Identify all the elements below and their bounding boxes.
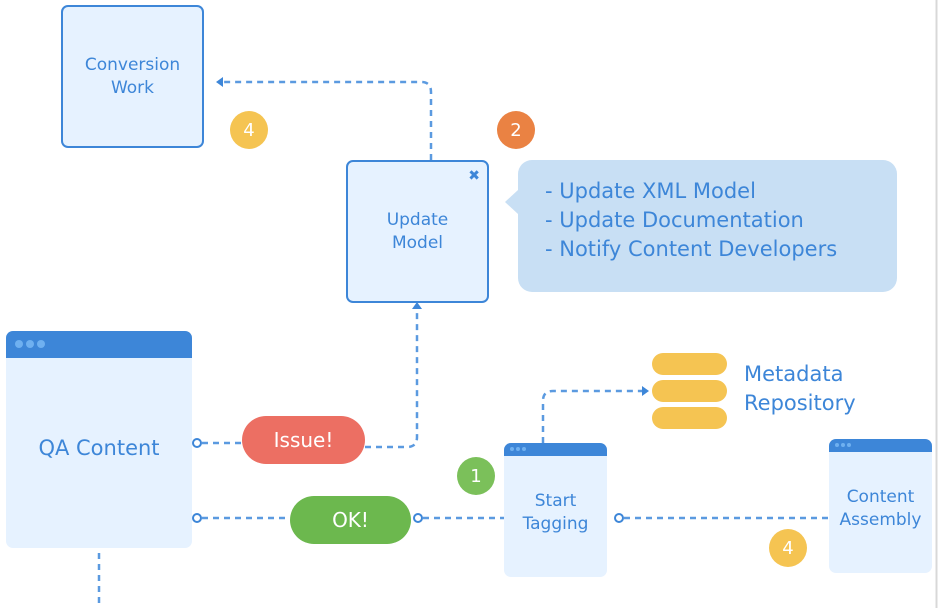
ok-pill[interactable]: OK! [290, 496, 411, 544]
node-label: Start [534, 491, 577, 511]
node-label: Tagging [522, 514, 589, 534]
callout-update-tasks: - Update XML Model - Update Documentatio… [505, 160, 897, 292]
node-qa-content[interactable]: QA Content [6, 331, 192, 548]
node-start-tagging[interactable]: Start Tagging [504, 443, 607, 577]
port-circle [614, 513, 624, 523]
node-content-assembly[interactable]: Content Assembly [829, 439, 932, 573]
step-badge: 4 [769, 529, 807, 567]
issue-pill[interactable]: Issue! [242, 416, 365, 464]
arrowhead-up [412, 302, 422, 309]
node-label: QA Content [38, 436, 160, 460]
callout-item: - Update Documentation [545, 208, 804, 232]
port-circle [413, 513, 423, 523]
callout-item: - Notify Content Developers [545, 237, 838, 261]
arrowhead-right [642, 386, 649, 396]
connector-tagging-to-metadata [541, 389, 642, 443]
window-header [6, 331, 192, 358]
callout-item: - Update XML Model [545, 179, 756, 203]
node-label: Conversion [84, 54, 181, 75]
node-label: Work [110, 77, 155, 98]
port-circle [192, 513, 202, 523]
window-dots-icon [510, 447, 526, 451]
step-badge: 2 [497, 111, 535, 149]
arrowhead-left [216, 77, 223, 87]
node-metadata-repository[interactable]: Metadata Repository [744, 360, 856, 418]
port-circle [192, 438, 202, 448]
window-dots-icon [15, 340, 45, 348]
window-header [829, 439, 932, 452]
connector-issue-to-update [365, 308, 419, 449]
node-update-model[interactable]: ✖ Update Model [346, 160, 489, 303]
step-badge: 1 [457, 457, 495, 495]
close-icon[interactable]: ✖ [468, 165, 480, 188]
window-header [504, 443, 607, 456]
window-dots-icon [835, 443, 851, 447]
node-label: Metadata [744, 362, 844, 386]
node-label: Update [386, 209, 449, 230]
node-label: Model [391, 232, 444, 253]
step-badge: 4 [230, 111, 268, 149]
node-label: Content [846, 487, 915, 507]
node-label: Repository [744, 391, 856, 415]
node-label: Assembly [839, 510, 922, 530]
node-conversion-work[interactable]: Conversion Work [61, 5, 204, 148]
